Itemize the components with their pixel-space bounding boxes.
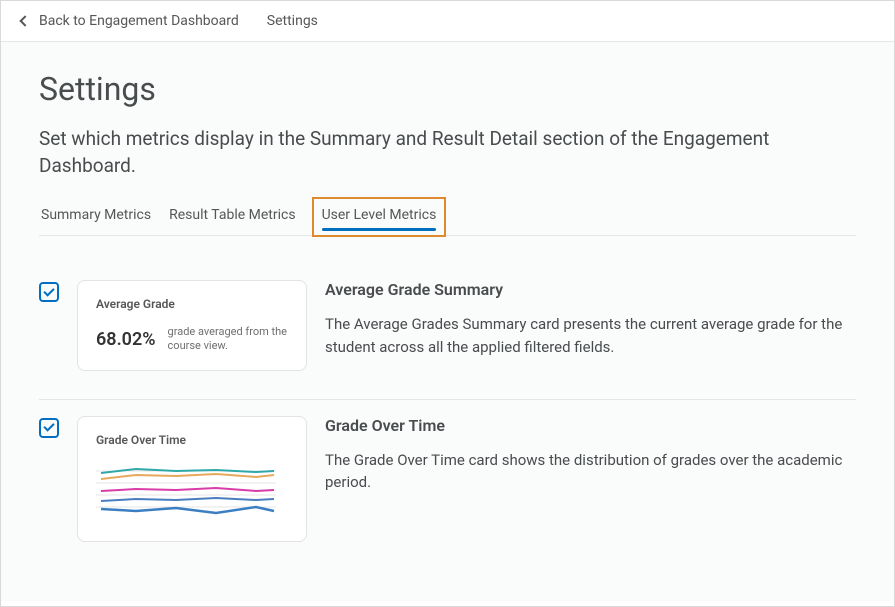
preview-card-body: 68.02% grade averaged from the course vi… [96,325,288,354]
setting-text: Grade Over Time The Grade Over Time card… [325,416,856,494]
tab-user-level-metrics[interactable]: User Level Metrics [320,201,439,231]
back-to-dashboard-link[interactable]: Back to Engagement Dashboard [21,13,239,29]
preview-card-average-grade: Average Grade 68.02% grade averaged from… [77,280,307,371]
setting-text: Average Grade Summary The Average Grades… [325,280,856,358]
checkbox-average-grade[interactable] [39,282,59,302]
setting-row-grade-over-time: Grade Over Time Grade Over Time The Grad… [39,400,856,570]
setting-description: The Grade Over Time card shows the distr… [325,449,856,494]
preview-desc: grade averaged from the course view. [168,325,288,354]
content-area: Settings Set which metrics display in th… [1,42,894,601]
page-description: Set which metrics display in the Summary… [39,126,829,179]
preview-card-grade-over-time: Grade Over Time [77,416,307,542]
setting-title: Grade Over Time [325,416,856,435]
top-bar: Back to Engagement Dashboard Settings [1,1,894,42]
preview-value: 68.02% [96,329,156,350]
tab-summary-metrics[interactable]: Summary Metrics [39,201,153,235]
tab-highlight-box: User Level Metrics [312,197,447,237]
tabs: Summary Metrics Result Table Metrics Use… [39,201,856,236]
chevron-left-icon [19,15,30,26]
page-title: Settings [39,70,856,108]
preview-card-title: Grade Over Time [96,433,288,447]
checkbox-grade-over-time[interactable] [39,418,59,438]
checkmark-icon [43,421,54,432]
tab-result-table-metrics[interactable]: Result Table Metrics [167,201,297,235]
breadcrumb-current: Settings [267,13,318,29]
sparkline-chart-icon [96,461,276,521]
back-link-label: Back to Engagement Dashboard [39,13,239,29]
setting-description: The Average Grades Summary card presents… [325,313,856,358]
setting-row-average-grade: Average Grade 68.02% grade averaged from… [39,264,856,400]
checkmark-icon [43,285,54,296]
preview-card-title: Average Grade [96,297,288,311]
setting-title: Average Grade Summary [325,280,856,299]
